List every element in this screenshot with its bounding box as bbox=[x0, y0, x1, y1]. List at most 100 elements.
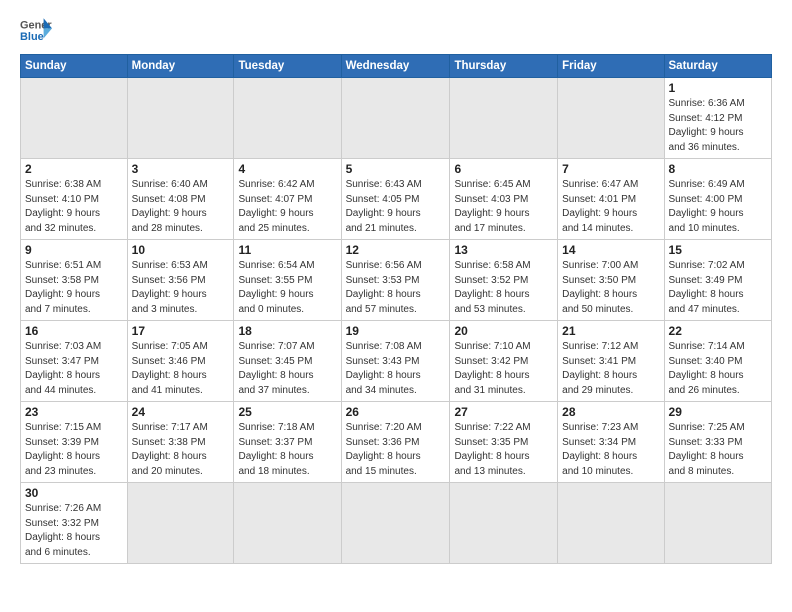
calendar-cell: 13 Sunrise: 6:58 AMSunset: 3:52 PMDayligh… bbox=[450, 240, 558, 321]
calendar-week-row: 2 Sunrise: 6:38 AMSunset: 4:10 PMDaylight… bbox=[21, 159, 772, 240]
day-info: Sunrise: 7:23 AMSunset: 3:34 PMDaylight:… bbox=[562, 421, 659, 479]
day-number: 9 bbox=[25, 243, 123, 257]
day-info: Sunrise: 7:22 AMSunset: 3:35 PMDaylight:… bbox=[454, 421, 553, 479]
day-info: Sunrise: 6:40 AMSunset: 4:08 PMDaylight:… bbox=[132, 178, 230, 236]
calendar-cell bbox=[450, 78, 558, 159]
calendar-cell: 8 Sunrise: 6:49 AMSunset: 4:00 PMDaylight… bbox=[664, 159, 771, 240]
day-info: Sunrise: 7:18 AMSunset: 3:37 PMDaylight:… bbox=[238, 421, 336, 479]
day-info: Sunrise: 7:12 AMSunset: 3:41 PMDaylight:… bbox=[562, 340, 659, 398]
calendar-cell: 22Sunrise: 7:14 AMSunset: 3:40 PMDayligh… bbox=[664, 321, 771, 402]
calendar-cell: 26 Sunrise: 7:20 AMSunset: 3:36 PMDayligh… bbox=[341, 402, 450, 483]
calendar-cell: 3Sunrise: 6:40 AMSunset: 4:08 PMDaylight… bbox=[127, 159, 234, 240]
day-number: 24 bbox=[132, 405, 230, 419]
calendar-cell: 5 Sunrise: 6:43 AMSunset: 4:05 PMDaylight… bbox=[341, 159, 450, 240]
calendar-cell: 6 Sunrise: 6:45 AMSunset: 4:03 PMDaylight… bbox=[450, 159, 558, 240]
calendar-cell bbox=[341, 78, 450, 159]
calendar-cell bbox=[558, 78, 664, 159]
day-info: Sunrise: 7:03 AMSunset: 3:47 PMDaylight:… bbox=[25, 340, 123, 398]
day-number: 21 bbox=[562, 324, 659, 338]
day-info: Sunrise: 6:42 AMSunset: 4:07 PMDaylight:… bbox=[238, 178, 336, 236]
weekday-header-monday: Monday bbox=[127, 55, 234, 78]
day-info: Sunrise: 7:05 AMSunset: 3:46 PMDaylight:… bbox=[132, 340, 230, 398]
day-info: Sunrise: 6:38 AMSunset: 4:10 PMDaylight:… bbox=[25, 178, 123, 236]
weekday-header-thursday: Thursday bbox=[450, 55, 558, 78]
calendar-week-row: 23 Sunrise: 7:15 AMSunset: 3:39 PMDayligh… bbox=[21, 402, 772, 483]
day-number: 6 bbox=[454, 162, 553, 176]
calendar-week-row: 30 Sunrise: 7:26 AMSunset: 3:32 PMDayligh… bbox=[21, 483, 772, 564]
calendar-cell: 11Sunrise: 6:54 AMSunset: 3:55 PMDayligh… bbox=[234, 240, 341, 321]
calendar-cell: 2 Sunrise: 6:38 AMSunset: 4:10 PMDaylight… bbox=[21, 159, 128, 240]
day-number: 16 bbox=[25, 324, 123, 338]
day-info: Sunrise: 6:54 AMSunset: 3:55 PMDaylight:… bbox=[238, 259, 336, 317]
day-number: 15 bbox=[669, 243, 767, 257]
day-info: Sunrise: 7:02 AMSunset: 3:49 PMDaylight:… bbox=[669, 259, 767, 317]
weekday-header-friday: Friday bbox=[558, 55, 664, 78]
day-info: Sunrise: 7:00 AMSunset: 3:50 PMDaylight:… bbox=[562, 259, 659, 317]
calendar-cell: 17Sunrise: 7:05 AMSunset: 3:46 PMDayligh… bbox=[127, 321, 234, 402]
day-info: Sunrise: 6:49 AMSunset: 4:00 PMDaylight:… bbox=[669, 178, 767, 236]
day-info: Sunrise: 7:25 AMSunset: 3:33 PMDaylight:… bbox=[669, 421, 767, 479]
calendar-cell bbox=[234, 78, 341, 159]
generalblue-logo-icon: General Blue bbox=[20, 16, 52, 44]
calendar-cell: 10 Sunrise: 6:53 AMSunset: 3:56 PMDayligh… bbox=[127, 240, 234, 321]
day-info: Sunrise: 6:58 AMSunset: 3:52 PMDaylight:… bbox=[454, 259, 553, 317]
day-number: 4 bbox=[238, 162, 336, 176]
day-info: Sunrise: 7:08 AMSunset: 3:43 PMDaylight:… bbox=[346, 340, 446, 398]
calendar-cell: 16 Sunrise: 7:03 AMSunset: 3:47 PMDayligh… bbox=[21, 321, 128, 402]
calendar-cell: 15 Sunrise: 7:02 AMSunset: 3:49 PMDayligh… bbox=[664, 240, 771, 321]
day-info: Sunrise: 7:14 AMSunset: 3:40 PMDaylight:… bbox=[669, 340, 767, 398]
calendar-cell: 30 Sunrise: 7:26 AMSunset: 3:32 PMDayligh… bbox=[21, 483, 128, 564]
calendar-cell bbox=[664, 483, 771, 564]
calendar-cell: 4 Sunrise: 6:42 AMSunset: 4:07 PMDaylight… bbox=[234, 159, 341, 240]
calendar-cell: 7 Sunrise: 6:47 AMSunset: 4:01 PMDaylight… bbox=[558, 159, 664, 240]
day-number: 26 bbox=[346, 405, 446, 419]
day-info: Sunrise: 6:47 AMSunset: 4:01 PMDaylight:… bbox=[562, 178, 659, 236]
calendar-cell: 14 Sunrise: 7:00 AMSunset: 3:50 PMDayligh… bbox=[558, 240, 664, 321]
calendar-week-row: 1 Sunrise: 6:36 AMSunset: 4:12 PMDaylight… bbox=[21, 78, 772, 159]
weekday-header-saturday: Saturday bbox=[664, 55, 771, 78]
day-number: 20 bbox=[454, 324, 553, 338]
day-number: 7 bbox=[562, 162, 659, 176]
day-number: 23 bbox=[25, 405, 123, 419]
calendar-cell bbox=[558, 483, 664, 564]
calendar-cell bbox=[234, 483, 341, 564]
day-number: 5 bbox=[346, 162, 446, 176]
weekday-header-row: SundayMondayTuesdayWednesdayThursdayFrid… bbox=[21, 55, 772, 78]
calendar-cell: 9 Sunrise: 6:51 AMSunset: 3:58 PMDaylight… bbox=[21, 240, 128, 321]
day-info: Sunrise: 6:51 AMSunset: 3:58 PMDaylight:… bbox=[25, 259, 123, 317]
weekday-header-sunday: Sunday bbox=[21, 55, 128, 78]
svg-text:Blue: Blue bbox=[20, 31, 44, 43]
day-info: Sunrise: 7:17 AMSunset: 3:38 PMDaylight:… bbox=[132, 421, 230, 479]
calendar-body: 1 Sunrise: 6:36 AMSunset: 4:12 PMDaylight… bbox=[21, 78, 772, 564]
calendar-cell: 20 Sunrise: 7:10 AMSunset: 3:42 PMDayligh… bbox=[450, 321, 558, 402]
day-number: 19 bbox=[346, 324, 446, 338]
day-number: 12 bbox=[346, 243, 446, 257]
day-info: Sunrise: 6:53 AMSunset: 3:56 PMDaylight:… bbox=[132, 259, 230, 317]
day-number: 13 bbox=[454, 243, 553, 257]
day-info: Sunrise: 6:43 AMSunset: 4:05 PMDaylight:… bbox=[346, 178, 446, 236]
calendar-cell: 27Sunrise: 7:22 AMSunset: 3:35 PMDayligh… bbox=[450, 402, 558, 483]
day-info: Sunrise: 7:10 AMSunset: 3:42 PMDaylight:… bbox=[454, 340, 553, 398]
day-info: Sunrise: 7:26 AMSunset: 3:32 PMDaylight:… bbox=[25, 502, 123, 560]
day-number: 29 bbox=[669, 405, 767, 419]
calendar-cell bbox=[127, 78, 234, 159]
day-info: Sunrise: 7:15 AMSunset: 3:39 PMDaylight:… bbox=[25, 421, 123, 479]
day-number: 30 bbox=[25, 486, 123, 500]
calendar-cell: 25Sunrise: 7:18 AMSunset: 3:37 PMDayligh… bbox=[234, 402, 341, 483]
weekday-header-tuesday: Tuesday bbox=[234, 55, 341, 78]
calendar-cell bbox=[21, 78, 128, 159]
day-number: 2 bbox=[25, 162, 123, 176]
day-info: Sunrise: 7:07 AMSunset: 3:45 PMDaylight:… bbox=[238, 340, 336, 398]
day-info: Sunrise: 7:20 AMSunset: 3:36 PMDaylight:… bbox=[346, 421, 446, 479]
calendar-cell bbox=[341, 483, 450, 564]
day-number: 14 bbox=[562, 243, 659, 257]
day-number: 8 bbox=[669, 162, 767, 176]
calendar-cell: 28Sunrise: 7:23 AMSunset: 3:34 PMDayligh… bbox=[558, 402, 664, 483]
calendar-cell: 12 Sunrise: 6:56 AMSunset: 3:53 PMDayligh… bbox=[341, 240, 450, 321]
day-number: 1 bbox=[669, 81, 767, 95]
day-info: Sunrise: 6:45 AMSunset: 4:03 PMDaylight:… bbox=[454, 178, 553, 236]
day-info: Sunrise: 6:36 AMSunset: 4:12 PMDaylight:… bbox=[669, 97, 767, 155]
calendar-cell: 23 Sunrise: 7:15 AMSunset: 3:39 PMDayligh… bbox=[21, 402, 128, 483]
day-number: 10 bbox=[132, 243, 230, 257]
day-info: Sunrise: 6:56 AMSunset: 3:53 PMDaylight:… bbox=[346, 259, 446, 317]
